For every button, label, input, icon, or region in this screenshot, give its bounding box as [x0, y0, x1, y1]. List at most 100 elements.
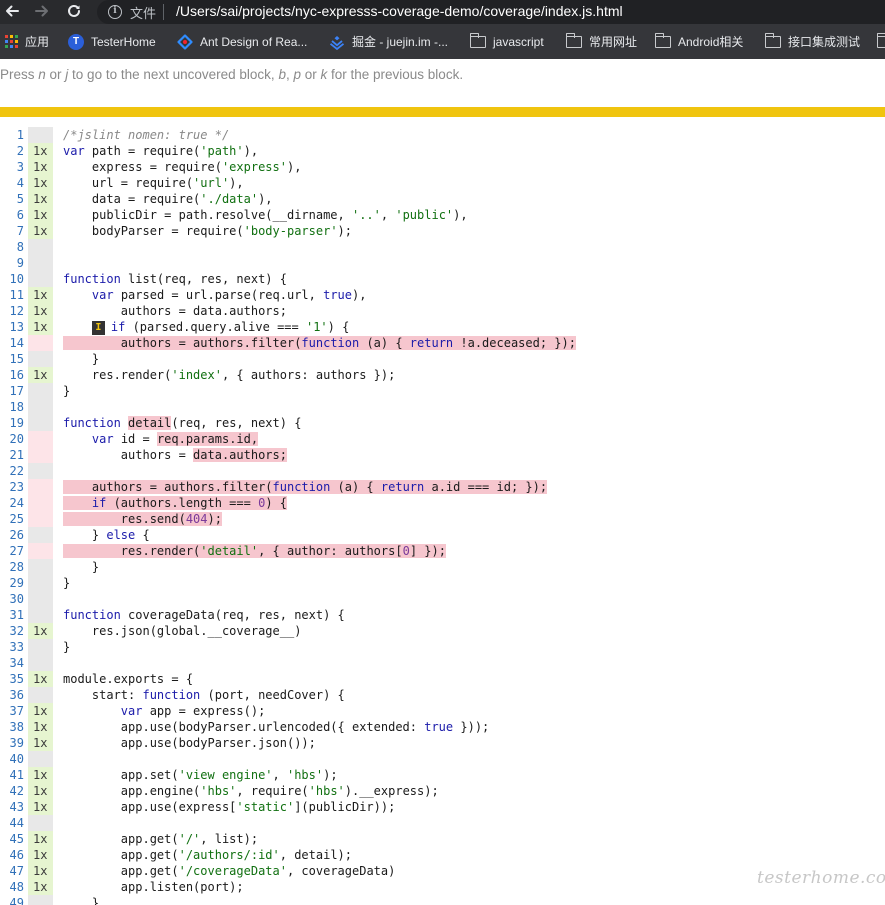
- line-number-link[interactable]: 30: [0, 591, 24, 607]
- line-number-link[interactable]: 29: [0, 575, 24, 591]
- line-number-link[interactable]: 14: [0, 335, 24, 351]
- bookmark-testerhome[interactable]: T TesterHome: [68, 24, 156, 59]
- hit-count: [28, 399, 53, 415]
- line-number-link[interactable]: 17: [0, 383, 24, 399]
- omnibox[interactable]: i 文件 /Users/sai/projects/nyc-expresss-co…: [97, 0, 885, 24]
- line-number-link[interactable]: 12: [0, 303, 24, 319]
- source-code: res.render('index', { authors: authors }…: [63, 367, 395, 383]
- line-number-link[interactable]: 32: [0, 623, 24, 639]
- code-token: ,: [380, 208, 396, 222]
- code-line: 46 1x app.get('/authors/:id', detail);: [0, 847, 885, 863]
- line-number-link[interactable]: 37: [0, 703, 24, 719]
- uncovered-statement: data.authors;: [193, 448, 287, 462]
- code-token: );: [337, 224, 352, 238]
- line-number-link[interactable]: 7: [0, 223, 24, 239]
- code-line: 30: [0, 591, 885, 607]
- line-number-link[interactable]: 23: [0, 479, 24, 495]
- code-token: ),: [229, 176, 244, 190]
- line-number-link[interactable]: 48: [0, 879, 24, 895]
- line-number-link[interactable]: 49: [0, 895, 24, 905]
- bookmark-folder-api-testing[interactable]: 接口集成测试: [764, 24, 860, 59]
- folder-icon: [469, 32, 486, 48]
- code-token: var: [63, 144, 85, 158]
- bookmark-folder-common-sites[interactable]: 常用网址: [565, 24, 637, 59]
- code-token: (a) {: [330, 480, 381, 494]
- line-number-link[interactable]: 27: [0, 543, 24, 559]
- line-number-link[interactable]: 3: [0, 159, 24, 175]
- line-number-link[interactable]: 42: [0, 783, 24, 799]
- line-number-link[interactable]: 2: [0, 143, 24, 159]
- bookmark-juejin[interactable]: 掘金 - juejin.im -...: [329, 24, 448, 59]
- code-token: '/coverageData': [178, 864, 287, 878]
- hit-count: 1x: [28, 207, 53, 223]
- source-code: app.set('view engine', 'hbs');: [63, 767, 338, 783]
- code-token: 404: [185, 512, 208, 526]
- line-number-link[interactable]: 5: [0, 191, 24, 207]
- keyboard-help-text: Press n or j to go to the next uncovered…: [0, 67, 464, 82]
- code-token: (req, res, next) {: [171, 416, 302, 430]
- line-number-link[interactable]: 47: [0, 863, 24, 879]
- line-number-link[interactable]: 13: [0, 319, 24, 335]
- line-number-link[interactable]: 8: [0, 239, 24, 255]
- code-line: 43 1x app.use(express['static'](publicDir…: [0, 799, 885, 815]
- code-token: true: [323, 288, 353, 302]
- bookmark-folder-overflow[interactable]: [876, 24, 885, 59]
- line-number-link[interactable]: 43: [0, 799, 24, 815]
- line-number-link[interactable]: 34: [0, 655, 24, 671]
- bookmark-apps[interactable]: 应用: [5, 24, 49, 59]
- line-number-link[interactable]: 18: [0, 399, 24, 415]
- info-icon[interactable]: i: [108, 5, 122, 19]
- line-number-link[interactable]: 20: [0, 431, 24, 447]
- line-number-link[interactable]: 16: [0, 367, 24, 383]
- line-number-link[interactable]: 46: [0, 847, 24, 863]
- line-number-link[interactable]: 38: [0, 719, 24, 735]
- source-code: res.send(404);: [63, 511, 222, 527]
- line-number-link[interactable]: 10: [0, 271, 24, 287]
- uncovered-statement: res.render('detail', { author: authors[0…: [63, 544, 446, 558]
- line-number-link[interactable]: 15: [0, 351, 24, 367]
- line-number-link[interactable]: 39: [0, 735, 24, 751]
- back-button[interactable]: [2, 1, 22, 21]
- bookmark-folder-android[interactable]: Android相关: [654, 24, 743, 59]
- line-number-link[interactable]: 28: [0, 559, 24, 575]
- bookmark-label: javascript: [493, 34, 544, 49]
- line-number-link[interactable]: 36: [0, 687, 24, 703]
- code-token: './data': [200, 192, 259, 206]
- line-number-link[interactable]: 44: [0, 815, 24, 831]
- line-number-link[interactable]: 11: [0, 287, 24, 303]
- line-number-link[interactable]: 4: [0, 175, 24, 191]
- line-number-link[interactable]: 22: [0, 463, 24, 479]
- line-number-link[interactable]: 33: [0, 639, 24, 655]
- code-line: 42 1x app.engine('hbs', require('hbs').__…: [0, 783, 885, 799]
- forward-button[interactable]: [32, 1, 52, 21]
- code-line: 49 }: [0, 895, 885, 905]
- hit-count: [28, 815, 53, 831]
- folder-icon: [565, 32, 582, 48]
- line-number-link[interactable]: 41: [0, 767, 24, 783]
- bookmark-folder-javascript[interactable]: javascript: [469, 24, 544, 59]
- juejin-icon: [329, 35, 345, 50]
- line-number-link[interactable]: 21: [0, 447, 24, 463]
- line-number-link[interactable]: 6: [0, 207, 24, 223]
- bookmark-ant-design[interactable]: Ant Design of Rea...: [177, 24, 307, 59]
- line-number-link[interactable]: 31: [0, 607, 24, 623]
- line-number-link[interactable]: 9: [0, 255, 24, 271]
- source-code: data = require('./data'),: [63, 191, 273, 207]
- code-token: data = require(: [63, 192, 201, 206]
- line-number-link[interactable]: 25: [0, 511, 24, 527]
- line-number-link[interactable]: 1: [0, 127, 24, 143]
- source-code: if (authors.length === 0) {: [63, 495, 287, 511]
- source-code: var id = req.params.id,: [63, 431, 259, 447]
- line-number-link[interactable]: 35: [0, 671, 24, 687]
- hit-count: [28, 127, 53, 143]
- line-number-link[interactable]: 19: [0, 415, 24, 431]
- line-number-link[interactable]: 40: [0, 751, 24, 767]
- line-number-link[interactable]: 24: [0, 495, 24, 511]
- code-token: a.id === id; });: [424, 480, 548, 494]
- url-text[interactable]: /Users/sai/projects/nyc-expresss-coverag…: [176, 3, 623, 19]
- code-token: , require(: [236, 784, 309, 798]
- reload-button[interactable]: [64, 1, 84, 21]
- line-number-link[interactable]: 45: [0, 831, 24, 847]
- line-number-link[interactable]: 26: [0, 527, 24, 543]
